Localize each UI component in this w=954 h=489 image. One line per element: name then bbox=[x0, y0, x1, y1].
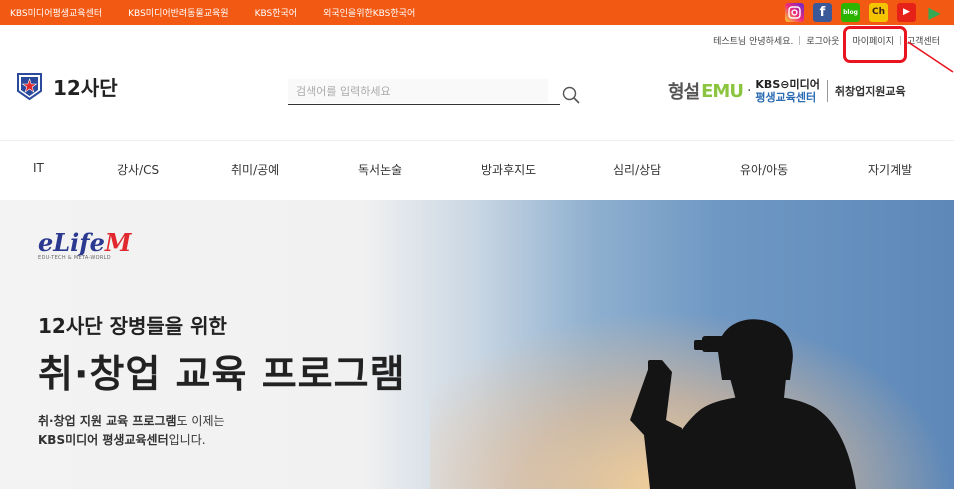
logout-link[interactable]: 로그아웃 bbox=[800, 34, 845, 47]
elifem-logo: eLifeM EDU-TECH & META-WORLD bbox=[38, 228, 131, 261]
nav-item-reading-essay[interactable]: 독서논술 bbox=[358, 161, 402, 178]
kbs-media-logo: KBS⊖미디어 평생교육센터 bbox=[755, 79, 819, 103]
elife-text: eLife bbox=[38, 228, 105, 257]
desc-bold-2: KBS미디어 평생교육센터 bbox=[38, 433, 169, 447]
channel-icon[interactable]: Ch bbox=[869, 3, 888, 22]
instagram-icon[interactable] bbox=[785, 3, 804, 22]
job-support-label: 취창업지원교육 bbox=[834, 85, 906, 98]
nav-item-it[interactable]: IT bbox=[33, 161, 44, 175]
partner-logos[interactable]: 형설 EMU · KBS⊖미디어 평생교육센터 취창업지원교육 bbox=[668, 76, 906, 106]
kbs-logo-line2: 평생교육센터 bbox=[755, 91, 817, 104]
hero-banner[interactable]: eLifeM EDU-TECH & META-WORLD 12사단 장병들을 위… bbox=[0, 200, 954, 489]
youtube-icon[interactable]: ▶ bbox=[897, 3, 916, 22]
divider bbox=[826, 80, 828, 102]
search-bar bbox=[288, 79, 560, 105]
kbs-logo-line1: KBS⊖미디어 bbox=[755, 78, 820, 91]
annotation-arrow-icon bbox=[907, 41, 954, 73]
logo-text: 12사단 bbox=[53, 76, 118, 100]
social-links: f blog Ch ▶ ▶ bbox=[785, 3, 944, 22]
link-kbs-korean-foreigners[interactable]: 외국인을위한KBS한국어 bbox=[323, 6, 415, 19]
soldier-silhouette-icon bbox=[630, 319, 856, 489]
playstore-icon[interactable]: ▶ bbox=[925, 3, 944, 22]
facebook-icon[interactable]: f bbox=[813, 3, 832, 22]
top-bar: KBS미디어평생교육센터 KBS미디어반려동물교육원 KBS한국어 외국인을위한… bbox=[0, 0, 954, 25]
banner-headline-large: 취·창업 교육 프로그램 bbox=[38, 352, 406, 396]
nav-item-after-school[interactable]: 방과후지도 bbox=[481, 161, 536, 178]
desc-rest-2: 입니다. bbox=[168, 433, 206, 447]
header-divider bbox=[0, 140, 954, 141]
search-input[interactable] bbox=[288, 79, 548, 103]
blog-icon[interactable]: blog bbox=[841, 3, 860, 22]
desc-bold-1: 취·창업 지원 교육 프로그램 bbox=[38, 414, 177, 428]
division-emblem-icon bbox=[17, 73, 42, 101]
link-kbs-media-lifelong[interactable]: KBS미디어평생교육센터 bbox=[10, 6, 102, 19]
desc-rest-1: 도 이제는 bbox=[176, 414, 225, 428]
banner-description: 취·창업 지원 교육 프로그램도 이제는 KBS미디어 평생교육센터입니다. bbox=[38, 412, 225, 450]
hyungseol-logo: 형설 bbox=[668, 82, 700, 103]
nav-item-hobby-craft[interactable]: 취미/공예 bbox=[231, 161, 279, 178]
greeting-text: 테스트님 안녕하세요. bbox=[713, 37, 794, 47]
nav-item-instructor-cs[interactable]: 강사/CS bbox=[117, 161, 159, 178]
banner-headline-small: 12사단 장병들을 위한 bbox=[38, 314, 227, 338]
search-icon[interactable] bbox=[562, 86, 580, 104]
emu-logo: EMU bbox=[701, 80, 744, 102]
family-site-links: KBS미디어평생교육센터 KBS미디어반려동물교육원 KBS한국어 외국인을위한… bbox=[10, 0, 415, 25]
nav-item-psychology[interactable]: 심리/상담 bbox=[613, 161, 661, 178]
site-logo[interactable]: 12사단 bbox=[16, 72, 118, 101]
elife-m-text: M bbox=[104, 228, 132, 257]
mypage-highlight-box bbox=[843, 26, 907, 63]
dot-separator: · bbox=[746, 83, 752, 99]
nav-item-self-development[interactable]: 자기계발 bbox=[868, 161, 912, 178]
link-kbs-korean[interactable]: KBS한국어 bbox=[255, 6, 297, 19]
link-kbs-media-pet[interactable]: KBS미디어반려동물교육원 bbox=[128, 6, 228, 19]
nav-item-child[interactable]: 유아/아동 bbox=[740, 161, 788, 178]
category-nav: IT 강사/CS 취미/공예 독서논술 방과후지도 심리/상담 유아/아동 자기… bbox=[0, 150, 954, 188]
